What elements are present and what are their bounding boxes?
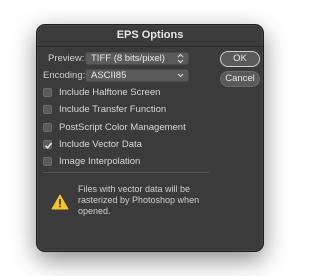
cancel-button[interactable]: Cancel <box>220 71 260 87</box>
warning-triangle-icon <box>51 194 69 210</box>
transfer-label: Include Transfer Function <box>59 104 167 115</box>
interpolation-label: Image Interpolation <box>59 156 141 167</box>
transfer-checkbox[interactable] <box>43 105 52 114</box>
preview-value: TIFF (8 bits/pixel) <box>91 53 165 64</box>
divider <box>43 172 209 173</box>
color-management-label: PostScript Color Management <box>59 122 186 133</box>
halftone-checkbox[interactable] <box>43 88 52 97</box>
interpolation-checkbox[interactable] <box>43 157 52 166</box>
chevron-down-icon <box>177 73 184 78</box>
halftone-label: Include Halftone Screen <box>59 87 161 98</box>
preview-select[interactable]: TIFF (8 bits/pixel) <box>85 52 189 65</box>
vector-data-checkbox[interactable] <box>43 140 53 149</box>
vector-data-label: Include Vector Data <box>59 139 142 150</box>
preview-label: Preview: <box>48 53 85 64</box>
warning-message: Files with vector data will be rasterize… <box>78 184 200 216</box>
dialog-title: EPS Options <box>37 25 263 47</box>
encoding-value: ASCII85 <box>91 70 127 81</box>
chevron-updown-icon <box>177 53 184 64</box>
ok-button[interactable]: OK <box>220 51 260 67</box>
encoding-label: Encoding: <box>43 70 86 81</box>
checkmark-icon <box>45 142 53 149</box>
color-management-checkbox[interactable] <box>43 123 52 132</box>
encoding-select[interactable]: ASCII85 <box>85 69 189 82</box>
eps-options-dialog: EPS Options Preview: TIFF (8 bits/pixel)… <box>36 24 264 252</box>
